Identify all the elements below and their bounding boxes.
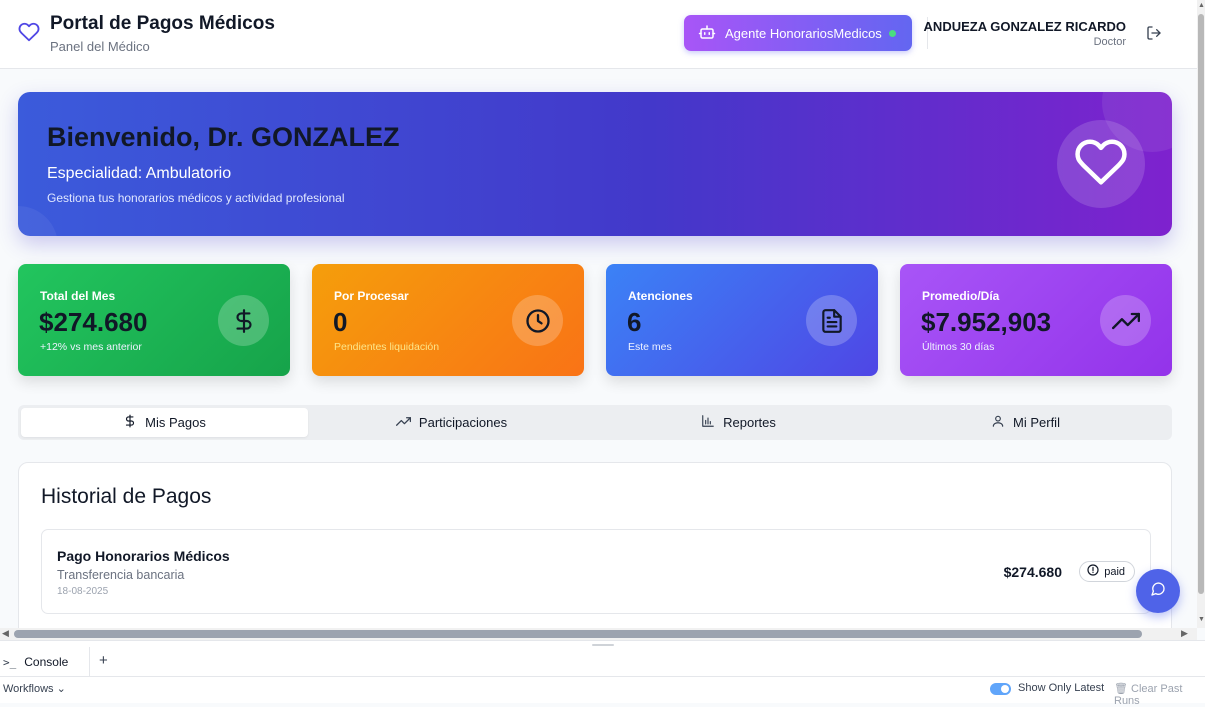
clear-past-runs-button[interactable]: 🗑 Clear Past Runs bbox=[1114, 682, 1205, 707]
stat-value: 6 bbox=[627, 307, 642, 337]
logout-icon[interactable] bbox=[1146, 25, 1162, 46]
stat-value: 0 bbox=[333, 307, 348, 337]
stat-card-attentions: Atenciones 6 Este mes bbox=[606, 264, 878, 376]
online-status-dot bbox=[888, 29, 896, 37]
welcome-banner: Bienvenido, Dr. GONZALEZ Especialidad: A… bbox=[18, 92, 1172, 236]
show-latest-toggle[interactable] bbox=[990, 683, 1011, 695]
stat-card-daily-average: Promedio/Día $7.952,903 Últimos 30 días bbox=[900, 264, 1172, 376]
payment-title: Pago Honorarios Médicos bbox=[57, 548, 230, 564]
payment-amount: $274.680 bbox=[1003, 564, 1062, 580]
stat-label: Promedio/Día bbox=[922, 289, 1000, 303]
tab-mi-perfil[interactable]: Mi Perfil bbox=[882, 408, 1169, 437]
tab-participaciones[interactable]: Participaciones bbox=[308, 408, 595, 437]
payment-history-panel: Historial de Pagos Pago Honorarios Médic… bbox=[18, 462, 1172, 628]
chat-button[interactable] bbox=[1136, 569, 1180, 613]
add-tab-button[interactable]: + bbox=[99, 652, 108, 669]
stat-label: Total del Mes bbox=[40, 289, 116, 303]
chat-icon bbox=[1150, 581, 1166, 602]
history-title: Historial de Pagos bbox=[41, 485, 212, 508]
scroll-right-arrow-icon[interactable]: ▶ bbox=[1181, 628, 1188, 639]
stat-subtext: Este mes bbox=[628, 341, 672, 353]
heart-icon bbox=[1074, 135, 1128, 194]
document-icon bbox=[806, 295, 857, 346]
app-subtitle: Panel del Médico bbox=[50, 39, 150, 54]
tab-reportes[interactable]: Reportes bbox=[595, 408, 882, 437]
status-badge: paid bbox=[1079, 561, 1135, 582]
banner-description: Gestiona tus honorarios médicos y activi… bbox=[47, 191, 345, 205]
scrollbar-thumb[interactable] bbox=[14, 630, 1142, 638]
stat-label: Por Procesar bbox=[334, 289, 409, 303]
tab-bar: Mis Pagos Participaciones Reportes Mi Pe… bbox=[18, 405, 1172, 440]
tab-label: Mi Perfil bbox=[1013, 415, 1060, 430]
resize-handle[interactable] bbox=[592, 644, 614, 646]
bar-chart-icon bbox=[701, 414, 723, 431]
tab-label: Reportes bbox=[723, 415, 776, 430]
dollar-icon bbox=[123, 414, 145, 431]
trending-up-icon bbox=[395, 414, 419, 432]
user-role: Doctor bbox=[1093, 36, 1126, 48]
heart-logo-icon bbox=[18, 21, 40, 43]
payment-row[interactable]: Pago Honorarios Médicos Transferencia ba… bbox=[41, 529, 1151, 614]
trash-icon: 🗑 bbox=[1114, 683, 1128, 695]
stat-label: Atenciones bbox=[628, 289, 693, 303]
app-title: Portal de Pagos Médicos bbox=[50, 13, 275, 34]
workflows-dropdown[interactable]: Workflows ⌄ bbox=[3, 682, 66, 695]
payment-date: 18-08-2025 bbox=[57, 586, 109, 597]
scroll-left-arrow-icon[interactable]: ◀ bbox=[2, 628, 9, 639]
tab-label: Participaciones bbox=[418, 415, 508, 430]
user-icon bbox=[991, 414, 1013, 431]
terminal-prompt-icon: >_ bbox=[3, 655, 17, 669]
workflow-footer: Workflows ⌄ Show Only Latest 🗑 Clear Pas… bbox=[0, 676, 1205, 707]
dollar-icon bbox=[218, 295, 269, 346]
status-label: paid bbox=[1104, 565, 1125, 578]
show-latest-label: Show Only Latest bbox=[1018, 682, 1105, 694]
scroll-up-arrow-icon[interactable]: ▲ bbox=[1198, 2, 1205, 9]
toggle-knob bbox=[1001, 685, 1009, 693]
workflows-label: Workflows bbox=[3, 683, 54, 695]
tab-console[interactable]: >_ Console bbox=[0, 647, 90, 677]
scroll-down-arrow-icon[interactable]: ▼ bbox=[1198, 616, 1205, 623]
alert-circle-icon bbox=[1087, 564, 1099, 579]
agent-button[interactable]: Agente HonorariosMedicos bbox=[684, 15, 912, 51]
stat-value: $274.680 bbox=[39, 307, 148, 337]
scrollbar-thumb[interactable] bbox=[1198, 14, 1204, 594]
console-tab-label: Console bbox=[24, 655, 69, 669]
welcome-title: Bienvenido, Dr. GONZALEZ bbox=[47, 122, 400, 152]
app-viewport: Portal de Pagos Médicos Panel del Médico… bbox=[0, 0, 1197, 628]
trending-up-icon bbox=[1100, 295, 1151, 346]
stat-value: $7.952,903 bbox=[921, 307, 1052, 337]
agent-button-label: Agente HonorariosMedicos bbox=[725, 25, 882, 41]
stat-subtext: +12% vs mes anterior bbox=[40, 341, 142, 353]
stat-subtext: Últimos 30 días bbox=[922, 341, 995, 353]
stat-card-pending: Por Procesar 0 Pendientes liquidación bbox=[312, 264, 584, 376]
clock-icon bbox=[512, 295, 563, 346]
top-header: Portal de Pagos Médicos Panel del Médico… bbox=[0, 0, 1197, 69]
specialty-text: Especialidad: Ambulatorio bbox=[47, 165, 232, 182]
chevron-down-icon: ⌄ bbox=[56, 683, 66, 695]
stat-card-total-month: Total del Mes $274.680 +12% vs mes anter… bbox=[18, 264, 290, 376]
banner-heart-badge bbox=[1057, 120, 1145, 208]
horizontal-scrollbar[interactable]: ◀ ▶ bbox=[0, 628, 1197, 640]
payment-method: Transferencia bancaria bbox=[57, 568, 185, 582]
vertical-scrollbar[interactable]: ▲ ▼ bbox=[1197, 0, 1205, 628]
console-panel-tabs: >_ Console + bbox=[0, 640, 1205, 677]
stat-subtext: Pendientes liquidación bbox=[334, 341, 440, 353]
tab-label: Mis Pagos bbox=[145, 415, 206, 430]
tab-mis-pagos[interactable]: Mis Pagos bbox=[21, 408, 308, 437]
decorative-circle bbox=[18, 206, 58, 236]
robot-icon bbox=[698, 23, 725, 44]
user-name: ANDUEZA GONZALEZ RICARDO bbox=[923, 19, 1126, 34]
